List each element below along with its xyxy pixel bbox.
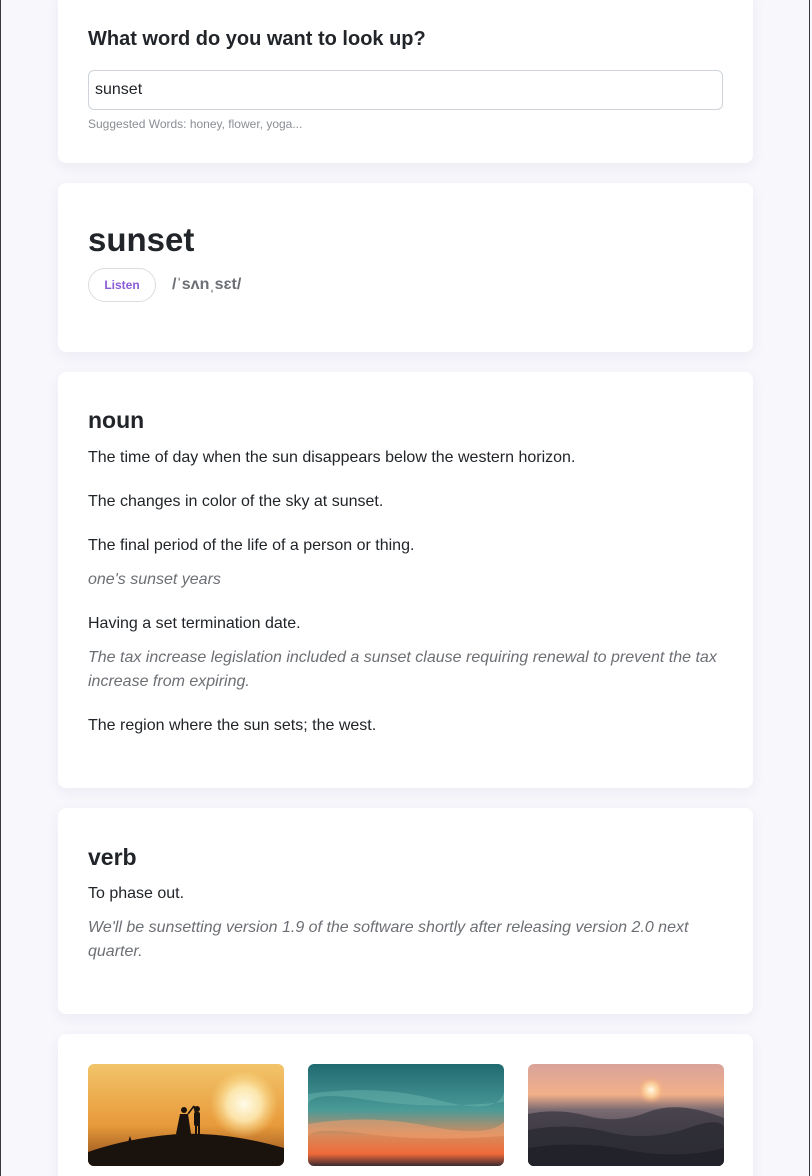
- definition-item: The region where the sun sets; the west.: [88, 717, 377, 734]
- definition-item: The final period of the life of a person…: [88, 537, 415, 554]
- search-card: What word do you want to look up? Sugges…: [58, 0, 753, 163]
- definition-item: To phase out.: [88, 885, 185, 902]
- suggested-words-hint: Suggested Words: honey, flower, yoga...: [88, 117, 303, 131]
- part-of-speech-heading: verb: [88, 844, 137, 870]
- definition-list: The time of day when the sun disappears …: [88, 446, 723, 758]
- word-header-card: sunset Listen /ˈsʌnˌsɛt/: [58, 183, 753, 352]
- search-input[interactable]: [88, 70, 723, 110]
- definition-item: The time of day when the sun disappears …: [88, 449, 576, 466]
- definition-list: To phase out. We'll be sunsetting versio…: [88, 882, 723, 984]
- word-title: sunset: [88, 221, 195, 258]
- meaning-card-verb: verb To phase out. We'll be sunsetting v…: [58, 808, 753, 1014]
- silhouette-couple-sunset-photo[interactable]: [88, 1064, 284, 1166]
- definition-item: The changes in color of the sky at sunse…: [88, 493, 384, 510]
- definition-example: We'll be sunsetting version 1.9 of the s…: [88, 919, 689, 960]
- definition-example: The tax increase legislation included a …: [88, 649, 717, 690]
- definition-example: one's sunset years: [88, 571, 221, 588]
- page-frame: What word do you want to look up? Sugges…: [0, 0, 810, 1176]
- meaning-card-noun: noun The time of day when the sun disapp…: [58, 372, 753, 788]
- part-of-speech-heading: noun: [88, 407, 145, 433]
- photos-card: [58, 1034, 753, 1176]
- phonetic-text: /ˈsʌnˌsɛt/: [172, 276, 242, 293]
- ocean-waves-sunset-photo[interactable]: [528, 1064, 724, 1166]
- teal-orange-sky-photo[interactable]: [308, 1064, 504, 1166]
- listen-button[interactable]: Listen: [88, 268, 156, 302]
- definition-item: Having a set termination date.: [88, 615, 301, 632]
- search-heading: What word do you want to look up?: [88, 28, 426, 50]
